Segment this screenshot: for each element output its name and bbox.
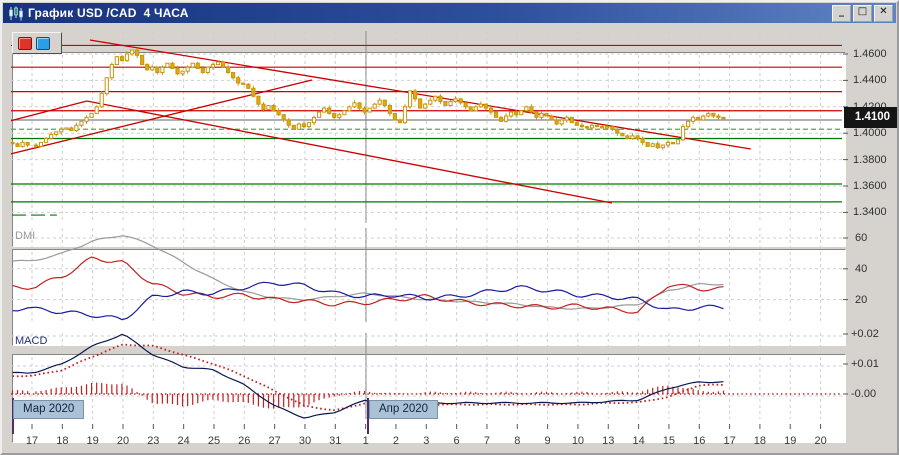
dmi-line-ADX <box>13 236 724 309</box>
macd-chart-group <box>11 333 842 419</box>
price-chart-group <box>2 31 842 223</box>
trendline-descending-steep <box>87 101 612 203</box>
dmi-line-+DI <box>13 257 724 313</box>
dmi-line--DI <box>13 282 724 319</box>
chart-toolbar <box>12 32 62 54</box>
trendline-descending-long <box>90 40 751 149</box>
red-square-button[interactable] <box>18 37 32 50</box>
chart-canvas[interactable] <box>2 2 899 455</box>
macd-line <box>13 334 724 418</box>
dmi-chart-group <box>11 228 842 322</box>
blue-square-button[interactable] <box>36 37 50 50</box>
chart-window: График USD /CAD 4 ЧАСА _ □ ✕ DMI MACD 1.… <box>0 0 899 455</box>
